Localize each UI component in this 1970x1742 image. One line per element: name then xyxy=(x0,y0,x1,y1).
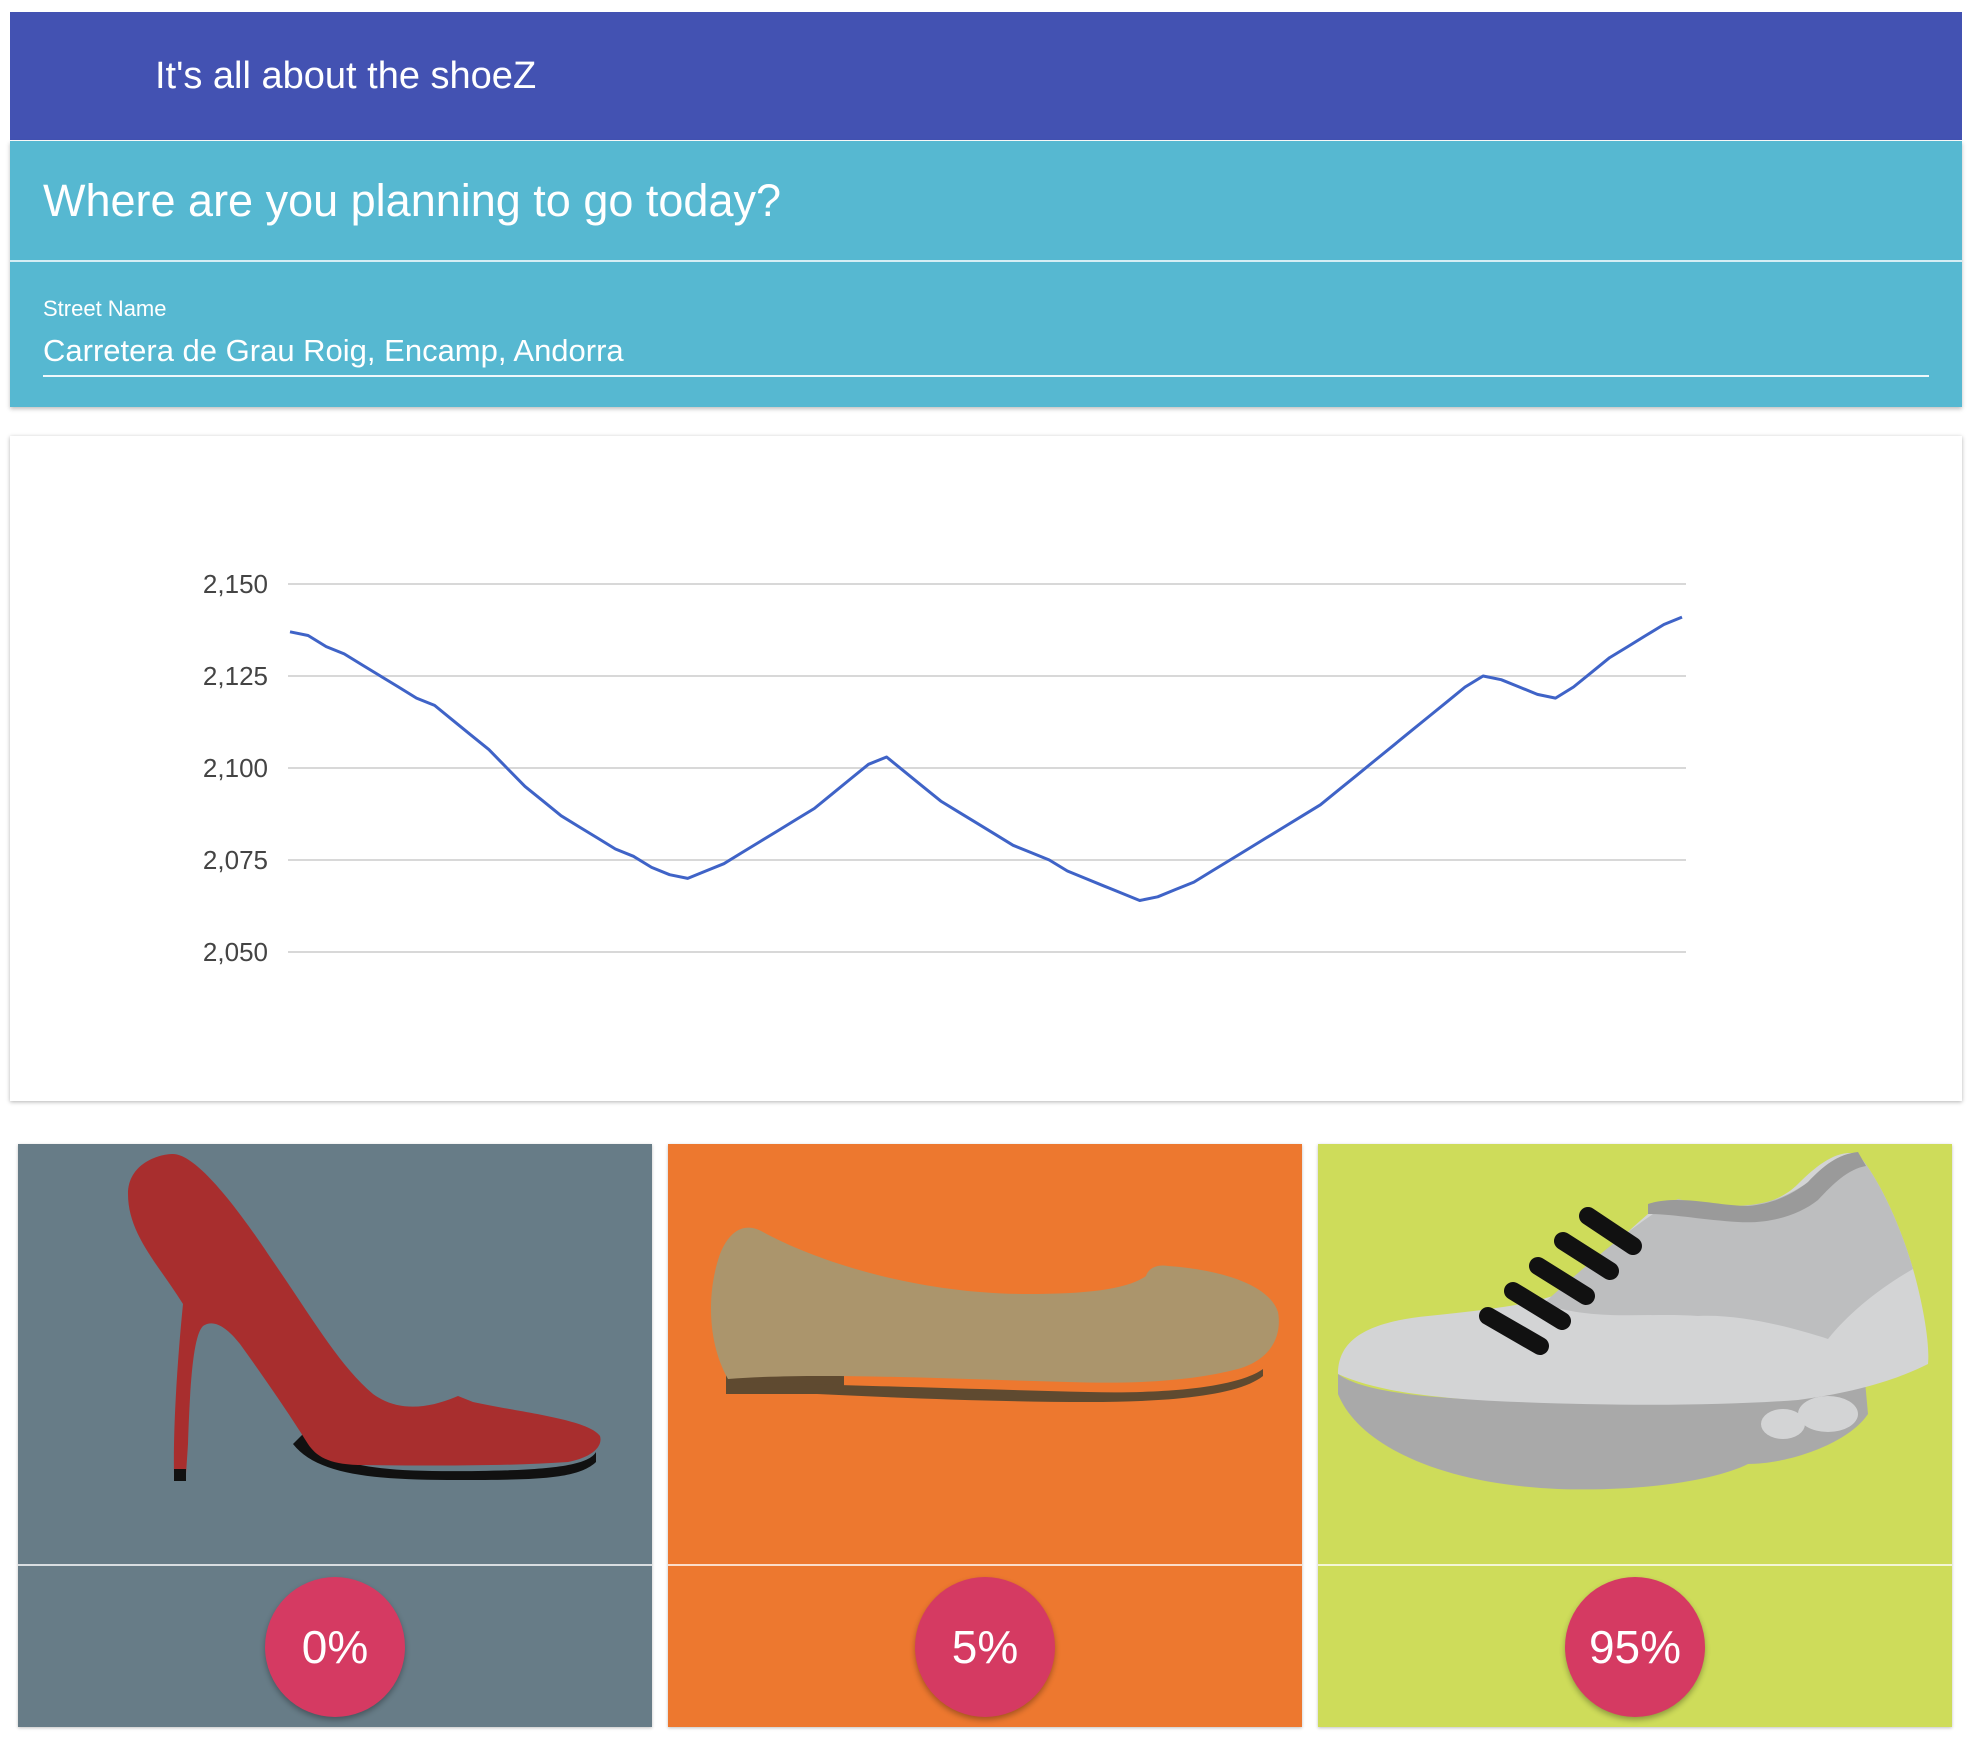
card-divider xyxy=(1318,1564,1952,1566)
shoe-card-sneaker[interactable]: 95% xyxy=(1318,1144,1952,1727)
card-divider xyxy=(10,260,1962,262)
destination-heading: Where are you planning to go today? xyxy=(43,175,781,226)
y-tick-label: 2,075 xyxy=(203,845,268,875)
y-tick-label: 2,125 xyxy=(203,661,268,691)
y-tick-label: 2,100 xyxy=(203,753,268,783)
y-tick-label: 2,050 xyxy=(203,937,268,967)
shoe-image-area xyxy=(668,1144,1302,1564)
percent-badge: 95% xyxy=(1565,1577,1705,1717)
flat-shoe-icon xyxy=(710,1227,1279,1402)
app-title: It's all about the shoeZ xyxy=(155,55,537,97)
shoe-card-high-heel[interactable]: 0% xyxy=(18,1144,652,1727)
y-tick-label: 2,150 xyxy=(203,569,268,599)
high-heel-icon xyxy=(128,1154,601,1481)
shoe-image-area xyxy=(1318,1144,1952,1564)
card-divider xyxy=(668,1564,1302,1566)
street-name-label: Street Name xyxy=(43,296,167,321)
elevation-chart: 2,050 2,075 2,100 2,125 2,150 xyxy=(203,569,1686,967)
percent-badge: 5% xyxy=(915,1577,1055,1717)
card-divider xyxy=(18,1564,652,1566)
percent-badge: 0% xyxy=(265,1577,405,1717)
street-name-input[interactable] xyxy=(43,327,1929,377)
elevation-chart-card: 2,050 2,075 2,100 2,125 2,150 xyxy=(10,436,1962,1101)
app-toolbar: It's all about the shoeZ xyxy=(10,12,1962,140)
elevation-series-line xyxy=(289,615,1683,902)
shoe-image-area xyxy=(18,1144,652,1564)
sneaker-icon xyxy=(1338,1152,1929,1490)
destination-card: Where are you planning to go today? Stre… xyxy=(10,141,1962,407)
shoe-card-flat[interactable]: 5% xyxy=(668,1144,1302,1727)
